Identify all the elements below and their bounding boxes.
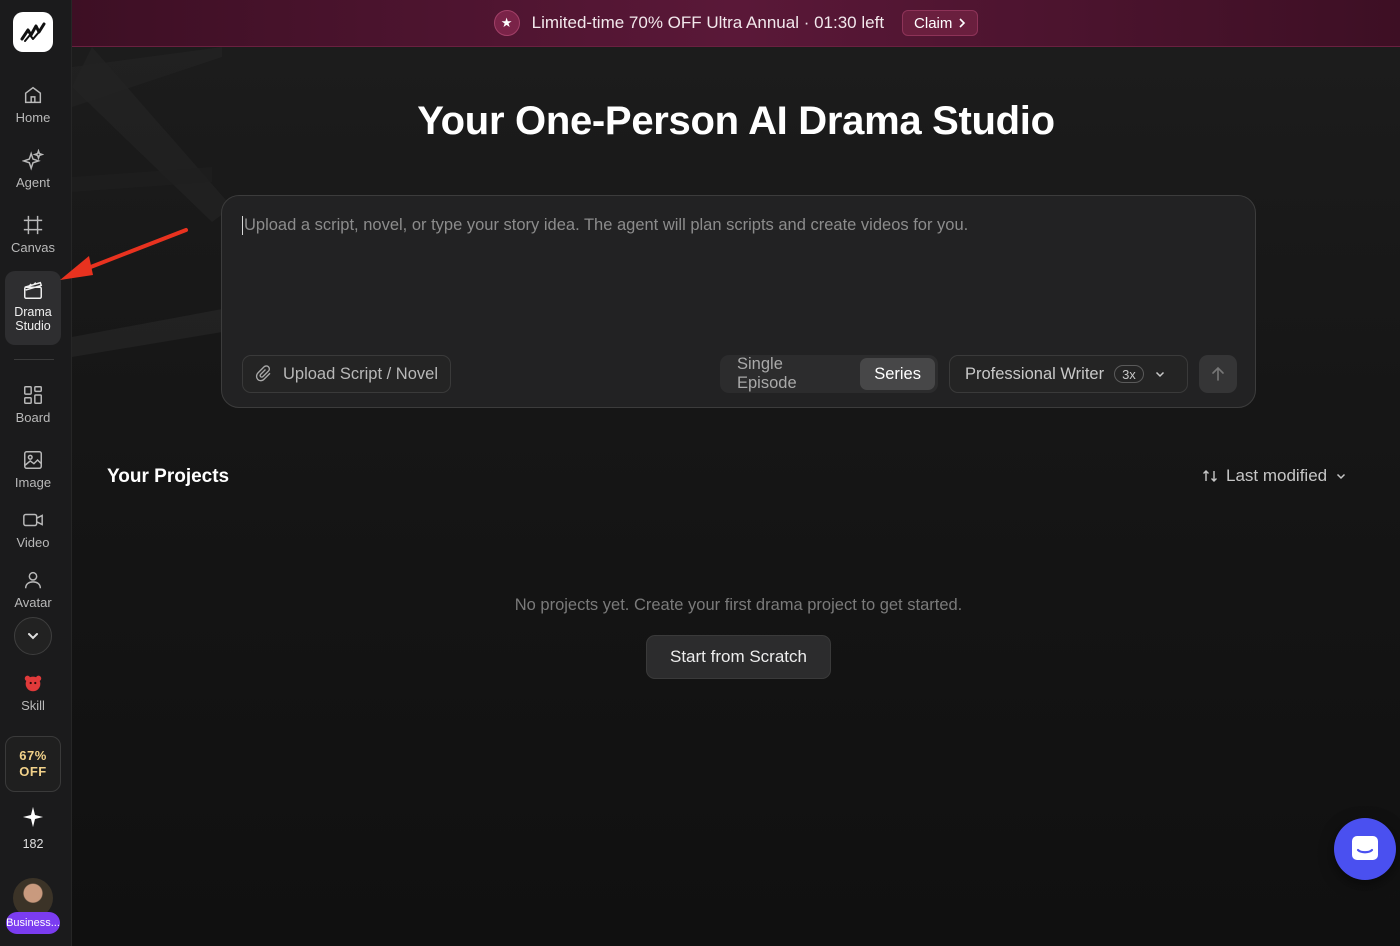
sidebar-item-agent[interactable]: Agent (5, 149, 61, 190)
chevron-down-icon (28, 633, 38, 640)
grid-icon (24, 386, 42, 404)
skill-mascot-icon (24, 675, 42, 692)
sidebar-item-video[interactable]: Video (5, 509, 61, 550)
claim-label: Claim (914, 14, 953, 32)
chevron-right-icon (959, 18, 966, 28)
empty-state-message: No projects yet. Create your first drama… (514, 596, 963, 614)
sort-dropdown[interactable]: Last modified (1202, 466, 1347, 486)
sidebar-item-canvas[interactable]: Canvas (5, 214, 61, 255)
sidebar-item-label: Home (15, 110, 51, 125)
star-icon: ★ (493, 10, 520, 36)
mode-series[interactable]: Series (860, 358, 935, 390)
sidebar-item-label: Studio (15, 319, 51, 333)
discount-percent: 67% (19, 748, 47, 763)
sidebar-divider (14, 359, 54, 360)
logo-icon (20, 22, 46, 42)
mode-single-episode[interactable]: Single Episode (723, 355, 860, 392)
chevron-down-icon (1155, 371, 1164, 378)
chevron-down-icon (1337, 473, 1346, 480)
discount-off: OFF (19, 764, 47, 779)
main-content: Your One-Person AI Drama Studio Upload a… (72, 47, 1400, 946)
story-composer[interactable]: Upload a script, novel, or type your sto… (221, 195, 1256, 408)
sidebar-item-label: Skill (21, 698, 45, 713)
send-button[interactable] (1199, 355, 1237, 393)
sidebar-item-label: Board (15, 410, 51, 425)
sidebar-item-label: Agent (16, 175, 50, 190)
sparkles-icon (22, 149, 44, 171)
sidebar-item-label: Video (16, 535, 50, 550)
sidebar-item-avatar[interactable]: Avatar (5, 569, 61, 610)
home-icon (24, 86, 42, 104)
sidebar-item-label: Avatar (14, 595, 52, 610)
annotation-arrow (60, 228, 188, 280)
plan-badge[interactable]: Business... (6, 912, 60, 934)
sort-label: Last modified (1226, 466, 1328, 485)
image-icon (24, 451, 42, 469)
writer-multiplier-badge: 3x (1114, 365, 1144, 383)
video-camera-icon (23, 513, 43, 527)
claim-button[interactable]: Claim (902, 10, 979, 36)
sidebar-item-label: Drama (14, 305, 52, 319)
writer-label: Professional Writer (965, 364, 1105, 383)
sidebar-item-image[interactable]: Image (5, 449, 61, 490)
sidebar-item-label: Image (14, 475, 52, 490)
app-logo[interactable] (13, 12, 53, 52)
page-title: Your One-Person AI Drama Studio (417, 99, 1055, 143)
sidebar-item-drama-studio[interactable]: Drama Studio (5, 271, 61, 345)
user-icon (24, 571, 42, 589)
discount-badge[interactable]: 67% OFF (5, 736, 61, 792)
sidebar-item-board[interactable]: Board (5, 384, 61, 425)
support-chat-button[interactable] (1334, 818, 1396, 880)
promo-text: Limited-time 70% OFF Ultra Annual · 01:3… (531, 13, 885, 32)
frame-icon (23, 215, 43, 235)
arrow-up-icon (1212, 366, 1224, 381)
episode-mode-toggle: Single Episode Series (720, 355, 938, 393)
start-from-scratch-button[interactable]: Start from Scratch (646, 635, 831, 679)
sparkle-icon (22, 806, 44, 828)
sidebar-item-home[interactable]: Home (5, 84, 61, 125)
expand-more-button[interactable] (14, 617, 52, 655)
sidebar-item-skill[interactable]: Skill (5, 672, 61, 713)
credits-counter[interactable]: 182 (5, 806, 61, 851)
upload-label: Upload Script / Novel (283, 364, 438, 383)
projects-heading: Your Projects (107, 466, 230, 487)
writer-select[interactable]: Professional Writer 3x (949, 355, 1188, 393)
chat-bubble-icon (1352, 836, 1378, 860)
credits-value: 182 (22, 837, 44, 851)
paperclip-icon (255, 365, 271, 382)
sort-arrows-icon (1203, 470, 1217, 482)
upload-script-button[interactable]: Upload Script / Novel (242, 355, 451, 393)
sidebar: Home Agent Canvas Drama Studio Board Ima… (0, 0, 72, 946)
story-input[interactable]: Upload a script, novel, or type your sto… (242, 216, 968, 235)
promo-banner: ★ Limited-time 70% OFF Ultra Annual · 01… (72, 0, 1400, 47)
sidebar-item-label: Canvas (10, 240, 56, 255)
clapperboard-icon (24, 281, 43, 299)
